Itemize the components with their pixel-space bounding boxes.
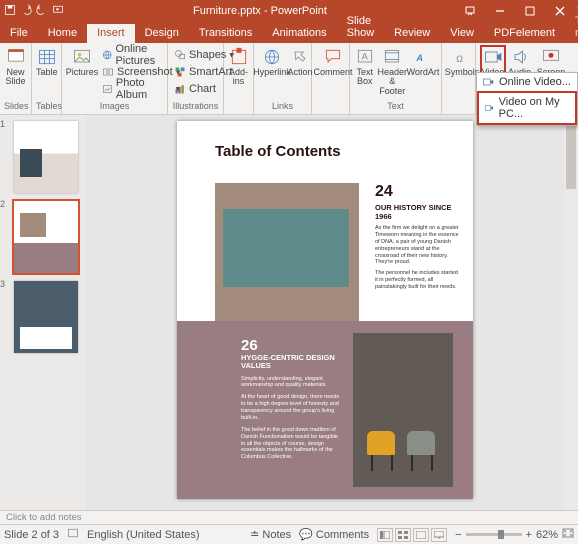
- tab-slideshow[interactable]: Slide Show: [337, 12, 385, 43]
- tab-transitions[interactable]: Transitions: [189, 24, 262, 43]
- comment-button[interactable]: Comment: [316, 45, 350, 77]
- window-title: Furniture.pptx - PowerPoint: [64, 5, 456, 17]
- ribbon-tabs: File Home Insert Design Transitions Anim…: [0, 22, 578, 43]
- svg-text:A: A: [361, 52, 368, 62]
- white-body-2: At the heart of good design, there needs…: [241, 394, 343, 422]
- tab-home[interactable]: Home: [38, 24, 87, 43]
- hygge-heading: HYGGE-CENTRIC DESIGN VALUES: [241, 354, 343, 371]
- slide-editor[interactable]: Table of Contents 24 OUR HISTORY SINCE 1…: [86, 115, 564, 510]
- pictures-button[interactable]: Pictures: [66, 45, 98, 77]
- header-footer-button[interactable]: Header & Footer: [377, 45, 407, 96]
- svg-text:Ω: Ω: [456, 54, 463, 64]
- reading-view-icon[interactable]: [413, 528, 429, 542]
- spellcheck-icon[interactable]: [67, 527, 79, 542]
- video-on-my-pc-item[interactable]: Video on My PC...: [477, 91, 577, 125]
- fit-to-window-icon[interactable]: [562, 528, 574, 541]
- addins-button[interactable]: Add-ins: [228, 45, 249, 87]
- status-bar: Slide 2 of 3 English (United States) ≐ N…: [0, 524, 578, 544]
- zoom-level[interactable]: 62%: [536, 529, 558, 541]
- history-heading: OUR HISTORY SINCE 1966: [375, 203, 461, 221]
- textbox-button[interactable]: AText Box: [354, 45, 375, 87]
- tell-me[interactable]: ♀ Tell me...: [565, 0, 578, 43]
- svg-text:A: A: [415, 53, 423, 63]
- slide-canvas[interactable]: Table of Contents 24 OUR HISTORY SINCE 1…: [177, 121, 473, 499]
- language[interactable]: English (United States): [87, 529, 200, 541]
- sorter-view-icon[interactable]: [395, 528, 411, 542]
- sofa-image[interactable]: [215, 183, 359, 321]
- online-video-item[interactable]: Online Video...: [477, 73, 577, 91]
- title-bar: Furniture.pptx - PowerPoint: [0, 0, 578, 22]
- save-icon[interactable]: [4, 4, 16, 19]
- tab-pdfelement[interactable]: PDFelement: [484, 24, 565, 43]
- tab-review[interactable]: Review: [384, 24, 440, 43]
- vertical-scrollbar[interactable]: [564, 115, 578, 510]
- zoom-in-icon[interactable]: +: [526, 529, 532, 541]
- action-button[interactable]: Action: [288, 45, 312, 77]
- maximize-icon[interactable]: [516, 2, 544, 20]
- video-dropdown: Online Video... Video on My PC...: [476, 72, 578, 126]
- normal-view-icon[interactable]: [377, 528, 393, 542]
- start-slideshow-icon[interactable]: [52, 4, 64, 19]
- tab-insert[interactable]: Insert: [87, 24, 135, 43]
- notes-pane[interactable]: Click to add notes: [0, 510, 578, 524]
- slideshow-view-icon[interactable]: [431, 528, 447, 542]
- white-body-1: Simplicity, understanding, elegant workm…: [241, 376, 343, 390]
- thumbnail-pane[interactable]: 1 2 3: [0, 115, 86, 510]
- comments-button[interactable]: 💬 Comments: [299, 528, 369, 541]
- wordart-button[interactable]: AWordArt: [409, 45, 437, 77]
- hyperlink-button[interactable]: Hyperlink: [258, 45, 286, 77]
- symbols-button[interactable]: ΩSymbols: [446, 45, 478, 77]
- tab-file[interactable]: File: [0, 24, 38, 43]
- tab-animations[interactable]: Animations: [262, 24, 336, 43]
- tab-design[interactable]: Design: [135, 24, 189, 43]
- workspace: 1 2 3 Table of Contents 24 OUR HISTORY S…: [0, 115, 578, 510]
- white-body-3: The belief in the good down tradition of…: [241, 427, 343, 461]
- tab-view[interactable]: View: [440, 24, 484, 43]
- page-26: 26: [241, 337, 343, 354]
- body-1: As the firm we delight on a greater Time…: [375, 225, 461, 266]
- minimize-icon[interactable]: [486, 2, 514, 20]
- slide-counter[interactable]: Slide 2 of 3: [4, 529, 59, 541]
- body-2: The personnel he includes started it in …: [375, 270, 461, 291]
- slide-title[interactable]: Table of Contents: [215, 143, 341, 160]
- page-24: 24: [375, 183, 461, 201]
- thumbnail-3[interactable]: 3: [6, 281, 80, 353]
- zoom-out-icon[interactable]: −: [455, 529, 461, 541]
- chairs-image[interactable]: [353, 333, 453, 487]
- thumbnail-2[interactable]: 2: [6, 201, 80, 273]
- new-slide-button[interactable]: New Slide: [4, 45, 27, 87]
- zoom-slider[interactable]: [466, 533, 522, 536]
- table-button[interactable]: Table: [36, 45, 58, 77]
- thumbnail-1[interactable]: 1: [6, 121, 80, 193]
- undo-icon[interactable]: [20, 4, 32, 19]
- redo-icon[interactable]: [36, 4, 48, 19]
- ribbon-options-icon[interactable]: [456, 2, 484, 20]
- notes-button[interactable]: ≐ Notes: [250, 528, 291, 541]
